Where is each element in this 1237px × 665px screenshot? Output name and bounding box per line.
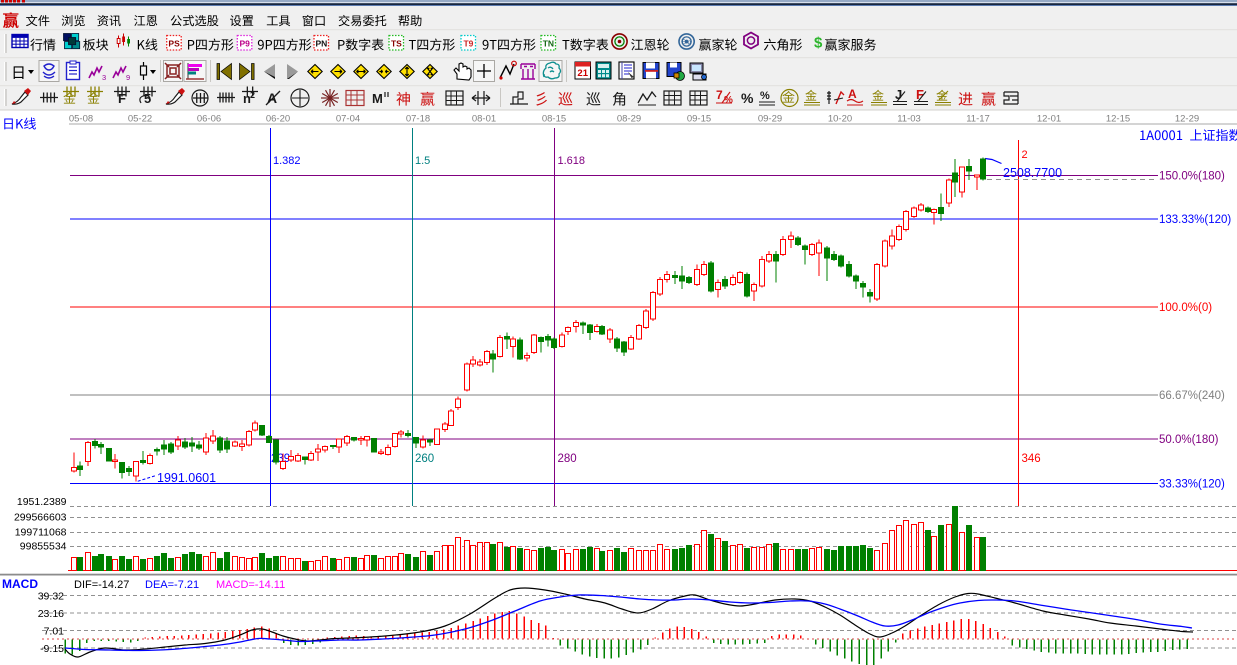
svg-text:T9: T9 <box>463 38 473 48</box>
svg-text:133.33%(120): 133.33%(120) <box>1159 214 1231 226</box>
svg-text:07-18: 07-18 <box>406 114 430 125</box>
svg-text:06-20: 06-20 <box>266 114 290 125</box>
svg-text:299566603: 299566603 <box>14 512 67 524</box>
svg-text:39.32: 39.32 <box>38 591 64 603</box>
svg-text:05-08: 05-08 <box>69 114 93 125</box>
svg-text:08-15: 08-15 <box>542 114 566 125</box>
svg-text:12-29: 12-29 <box>1175 114 1199 125</box>
svg-text:199711068: 199711068 <box>15 527 67 539</box>
svg-text:280: 280 <box>558 453 577 465</box>
svg-text:7.01: 7.01 <box>44 626 65 638</box>
svg-text:P9: P9 <box>239 38 250 48</box>
svg-text:%: % <box>760 90 770 102</box>
svg-text:PN: PN <box>315 38 327 48</box>
svg-text:1.618: 1.618 <box>558 155 586 167</box>
svg-text:06-06: 06-06 <box>197 114 221 125</box>
svg-text:MACD=-14.11: MACD=-14.11 <box>216 579 285 591</box>
svg-text:-9.15: -9.15 <box>40 643 64 655</box>
svg-text:TS: TS <box>391 38 402 48</box>
svg-text:%: % <box>741 90 754 106</box>
svg-text:12-01: 12-01 <box>1037 114 1061 125</box>
svg-text:DEA=-7.21: DEA=-7.21 <box>145 579 199 591</box>
svg-text:21: 21 <box>577 68 588 79</box>
svg-text:2: 2 <box>1022 149 1028 161</box>
svg-text:346: 346 <box>1022 453 1041 465</box>
svg-text:09-15: 09-15 <box>687 114 711 125</box>
svg-text:MACD: MACD <box>2 577 38 591</box>
svg-text:1.5: 1.5 <box>415 155 430 167</box>
svg-text:99855534: 99855534 <box>20 541 67 553</box>
svg-text:$: $ <box>814 35 823 52</box>
svg-text:%: % <box>724 95 733 106</box>
svg-text:08-29: 08-29 <box>617 114 641 125</box>
svg-text:08-01: 08-01 <box>472 114 496 125</box>
svg-text:66.67%(240): 66.67%(240) <box>1159 390 1225 402</box>
svg-text:10-20: 10-20 <box>828 114 852 125</box>
svg-text:12-15: 12-15 <box>1106 114 1130 125</box>
svg-text:23.16: 23.16 <box>38 608 64 620</box>
svg-text:09-29: 09-29 <box>758 114 782 125</box>
svg-text:07-04: 07-04 <box>336 114 360 125</box>
svg-text:11-03: 11-03 <box>897 114 921 125</box>
svg-text:1991.0601: 1991.0601 <box>157 471 216 485</box>
svg-text:100.0%(0): 100.0%(0) <box>1159 302 1212 314</box>
svg-text:Big: Big <box>682 39 692 46</box>
svg-text:1.382: 1.382 <box>273 155 301 167</box>
svg-text:DIF=-14.27: DIF=-14.27 <box>74 579 129 591</box>
svg-text:TN: TN <box>543 38 554 48</box>
svg-text:260: 260 <box>415 453 434 465</box>
svg-text:3: 3 <box>102 73 106 82</box>
svg-text:7: 7 <box>716 88 723 102</box>
svg-text:33.33%(120): 33.33%(120) <box>1159 479 1225 491</box>
svg-text:2508.7700: 2508.7700 <box>1003 166 1062 180</box>
svg-text:M: M <box>372 91 383 106</box>
svg-text:A: A <box>267 90 277 106</box>
svg-text:1951.2389: 1951.2389 <box>17 496 67 508</box>
svg-text:PS: PS <box>168 38 180 48</box>
svg-text:11-17: 11-17 <box>966 114 990 125</box>
svg-text:A: A <box>848 87 857 101</box>
svg-text:05-22: 05-22 <box>128 114 152 125</box>
svg-text:50.0%(180): 50.0%(180) <box>1159 434 1219 446</box>
svg-text:150.0%(180): 150.0%(180) <box>1159 171 1225 183</box>
svg-text:9: 9 <box>126 73 130 82</box>
